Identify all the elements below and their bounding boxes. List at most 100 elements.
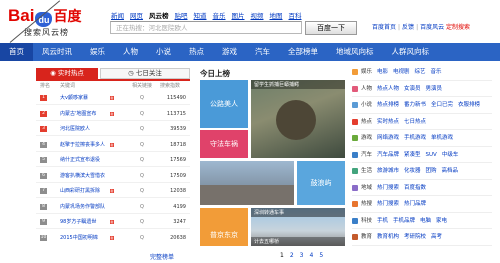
tile-3-image[interactable]: [200, 161, 294, 205]
category-link[interactable]: 实时热点: [377, 119, 399, 125]
search-icon[interactable]: Q: [140, 170, 144, 182]
category-link[interactable]: 中级车: [442, 152, 459, 158]
topnav-6[interactable]: 图片: [232, 10, 245, 20]
table-row[interactable]: 8 内蒙巩场务作警部队 Q 4199: [36, 201, 190, 213]
table-row[interactable]: 3 河北医院欧人 Q 39539: [36, 123, 190, 135]
category-link[interactable]: 团购: [426, 168, 437, 174]
nav-item-7[interactable]: 汽车: [246, 43, 279, 61]
category-title[interactable]: 娱乐: [361, 66, 372, 78]
keyword-link[interactable]: 河北医院欧人: [60, 123, 90, 135]
topnav-3[interactable]: 贴吧: [175, 10, 188, 20]
category-link[interactable]: 百度指数: [404, 185, 426, 191]
full-list-link[interactable]: 完整榜单: [150, 252, 174, 261]
nav-item-1[interactable]: 风云时讯: [33, 43, 81, 61]
category-link[interactable]: 男演员: [426, 86, 443, 92]
topnav-9[interactable]: 百科: [289, 10, 302, 20]
keyword-link[interactable]: 山西彩研打黑拆除: [60, 185, 100, 197]
category-link[interactable]: 热点人物: [377, 86, 399, 92]
tab-seven-day[interactable]: ◷ 七日关注: [100, 68, 190, 79]
page-1[interactable]: 1: [280, 252, 284, 259]
page-5[interactable]: 5: [319, 252, 323, 259]
category-link[interactable]: 电影: [377, 69, 388, 75]
tile-2[interactable]: 守法车祸: [200, 130, 248, 158]
category-link[interactable]: 高档品: [442, 168, 459, 174]
tile-4[interactable]: 深圳转通车事 计去五哪桥: [251, 208, 345, 246]
category-link[interactable]: 紧凑型: [404, 152, 421, 158]
search-icon[interactable]: Q: [140, 201, 144, 213]
topnav-8[interactable]: 地图: [270, 10, 283, 20]
nav-item-9[interactable]: 地域风向标: [327, 43, 383, 61]
category-title[interactable]: 游戏: [361, 132, 372, 144]
category-link[interactable]: 电脑: [420, 218, 431, 224]
search-icon[interactable]: Q: [140, 108, 144, 120]
category-link[interactable]: 高考: [431, 234, 442, 240]
category-link[interactable]: 热门品牌: [404, 201, 426, 207]
category-link[interactable]: 汽车品牌: [377, 152, 399, 158]
nav-item-6[interactable]: 游戏: [213, 43, 246, 61]
category-link[interactable]: 单机游戏: [431, 135, 453, 141]
keyword-link[interactable]: 98岁方子瞩遗世: [60, 216, 96, 228]
keyword-link[interactable]: 2015中国初明锦: [60, 232, 98, 244]
keyword-link[interactable]: 内蒙巩场务作警部队: [60, 201, 105, 213]
category-link[interactable]: 手机品牌: [393, 218, 415, 224]
nav-item-10[interactable]: 人群风向标: [383, 43, 439, 61]
nav-item-3[interactable]: 人物: [114, 43, 147, 61]
category-link[interactable]: 电视剧: [393, 69, 410, 75]
category-title[interactable]: 生活: [361, 165, 372, 177]
category-link[interactable]: 手机: [377, 218, 388, 224]
category-link[interactable]: 旅游城市: [377, 168, 399, 174]
topnav-2[interactable]: 风云榜: [149, 10, 169, 20]
nav-item-5[interactable]: 热点: [180, 43, 213, 61]
search-input[interactable]: 正在热搜：河北医院欧人: [110, 21, 302, 34]
nav-item-2[interactable]: 娱乐: [81, 43, 114, 61]
keyword-link[interactable]: 纳什正式宣布退役: [60, 154, 100, 166]
category-title[interactable]: 汽车: [361, 149, 372, 161]
category-link[interactable]: 热门搜索: [377, 201, 399, 207]
category-title[interactable]: 教育: [361, 231, 372, 243]
page-2[interactable]: 2: [290, 252, 294, 259]
category-link[interactable]: 音乐: [431, 69, 442, 75]
keyword-link[interactable]: 大v颤哆家暴: [60, 92, 88, 104]
search-button[interactable]: 百度一下: [305, 21, 357, 35]
search-icon[interactable]: Q: [140, 139, 144, 151]
category-link[interactable]: 教育机构: [377, 234, 399, 240]
topnav-5[interactable]: 音乐: [213, 10, 226, 20]
category-title[interactable]: 热点: [361, 116, 372, 128]
category-link[interactable]: 考研院校: [404, 234, 426, 240]
tile-1[interactable]: 留学生抓捕巨蟒捕鳄: [251, 80, 345, 158]
table-row[interactable]: 5 纳什正式宣布退役 Q 17569: [36, 154, 190, 166]
nav-item-8[interactable]: 全部榜单: [279, 43, 327, 61]
tile-5[interactable]: 普京东京: [200, 208, 248, 246]
home-link[interactable]: 百度首页: [372, 24, 396, 31]
table-row[interactable]: 6 游客扒横滨大雪惜衣 Q 17509: [36, 170, 190, 182]
category-link[interactable]: 衣服排榜: [458, 102, 480, 108]
tile-0[interactable]: 公路美人: [200, 80, 248, 128]
baidu-logo[interactable]: Bai du 百度: [8, 6, 81, 27]
category-link[interactable]: 综艺: [415, 69, 426, 75]
table-row[interactable]: 1 大v颤哆家暴 新 Q 115490: [36, 92, 190, 104]
category-link[interactable]: 全口已完: [431, 102, 453, 108]
category-title[interactable]: 地域: [361, 182, 372, 194]
category-link[interactable]: 女演员: [404, 86, 421, 92]
category-title[interactable]: 热搜: [361, 198, 372, 210]
tile-3[interactable]: 鼓浪屿: [297, 161, 345, 205]
topnav-0[interactable]: 新闻: [111, 10, 124, 20]
category-link[interactable]: 热门搜索: [377, 185, 399, 191]
topnav-7[interactable]: 视频: [251, 10, 264, 20]
search-icon[interactable]: Q: [140, 154, 144, 166]
table-row[interactable]: 10 2015中国初明锦 新 Q 20638: [36, 232, 190, 244]
custom-search-link[interactable]: 定制搜索: [446, 24, 470, 31]
category-link[interactable]: 番力新书: [404, 102, 426, 108]
keyword-link[interactable]: 游客扒横滨大雪惜衣: [60, 170, 105, 182]
category-link[interactable]: 网络游戏: [377, 135, 399, 141]
category-link[interactable]: 化妆器: [404, 168, 421, 174]
category-link[interactable]: 手机游戏: [404, 135, 426, 141]
category-title[interactable]: 人物: [361, 83, 372, 95]
category-link[interactable]: 热点排榜: [377, 102, 399, 108]
search-icon[interactable]: Q: [140, 123, 144, 135]
keyword-link[interactable]: 赵擎于拉擦丧事多人: [60, 139, 105, 151]
table-row[interactable]: 4 赵擎于拉擦丧事多人新 Q 18718: [36, 139, 190, 151]
search-icon[interactable]: Q: [140, 232, 144, 244]
category-title[interactable]: 科技: [361, 215, 372, 227]
page-3[interactable]: 3: [300, 252, 304, 259]
